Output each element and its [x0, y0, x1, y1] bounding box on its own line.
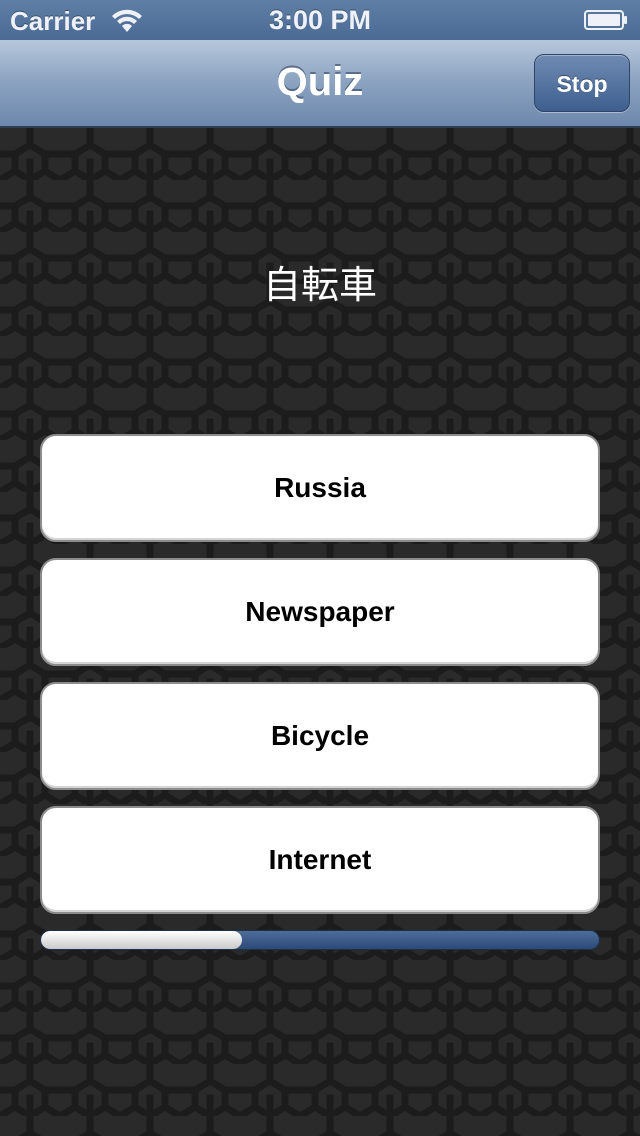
status-bar: Carrier 3:00 PM — [0, 0, 640, 40]
progress-bar — [40, 930, 600, 950]
answer-button[interactable]: Newspaper — [40, 558, 600, 666]
question-word: 自転車 — [262, 263, 377, 307]
progress-bar-fill — [41, 931, 242, 949]
battery-icon — [584, 10, 628, 30]
navigation-bar: Quiz Stop — [0, 40, 640, 128]
answer-button[interactable]: Internet — [40, 806, 600, 914]
quiz-screen: Carrier 3:00 PM Quiz Stop 自転車 Russia New… — [0, 0, 640, 1136]
answer-button[interactable]: Bicycle — [40, 682, 600, 790]
stop-button[interactable]: Stop — [534, 54, 630, 112]
status-time: 3:00 PM — [268, 5, 372, 35]
answer-button[interactable]: Russia — [40, 434, 600, 542]
quiz-content: 自転車 Russia Newspaper Bicycle Internet — [0, 128, 640, 1136]
